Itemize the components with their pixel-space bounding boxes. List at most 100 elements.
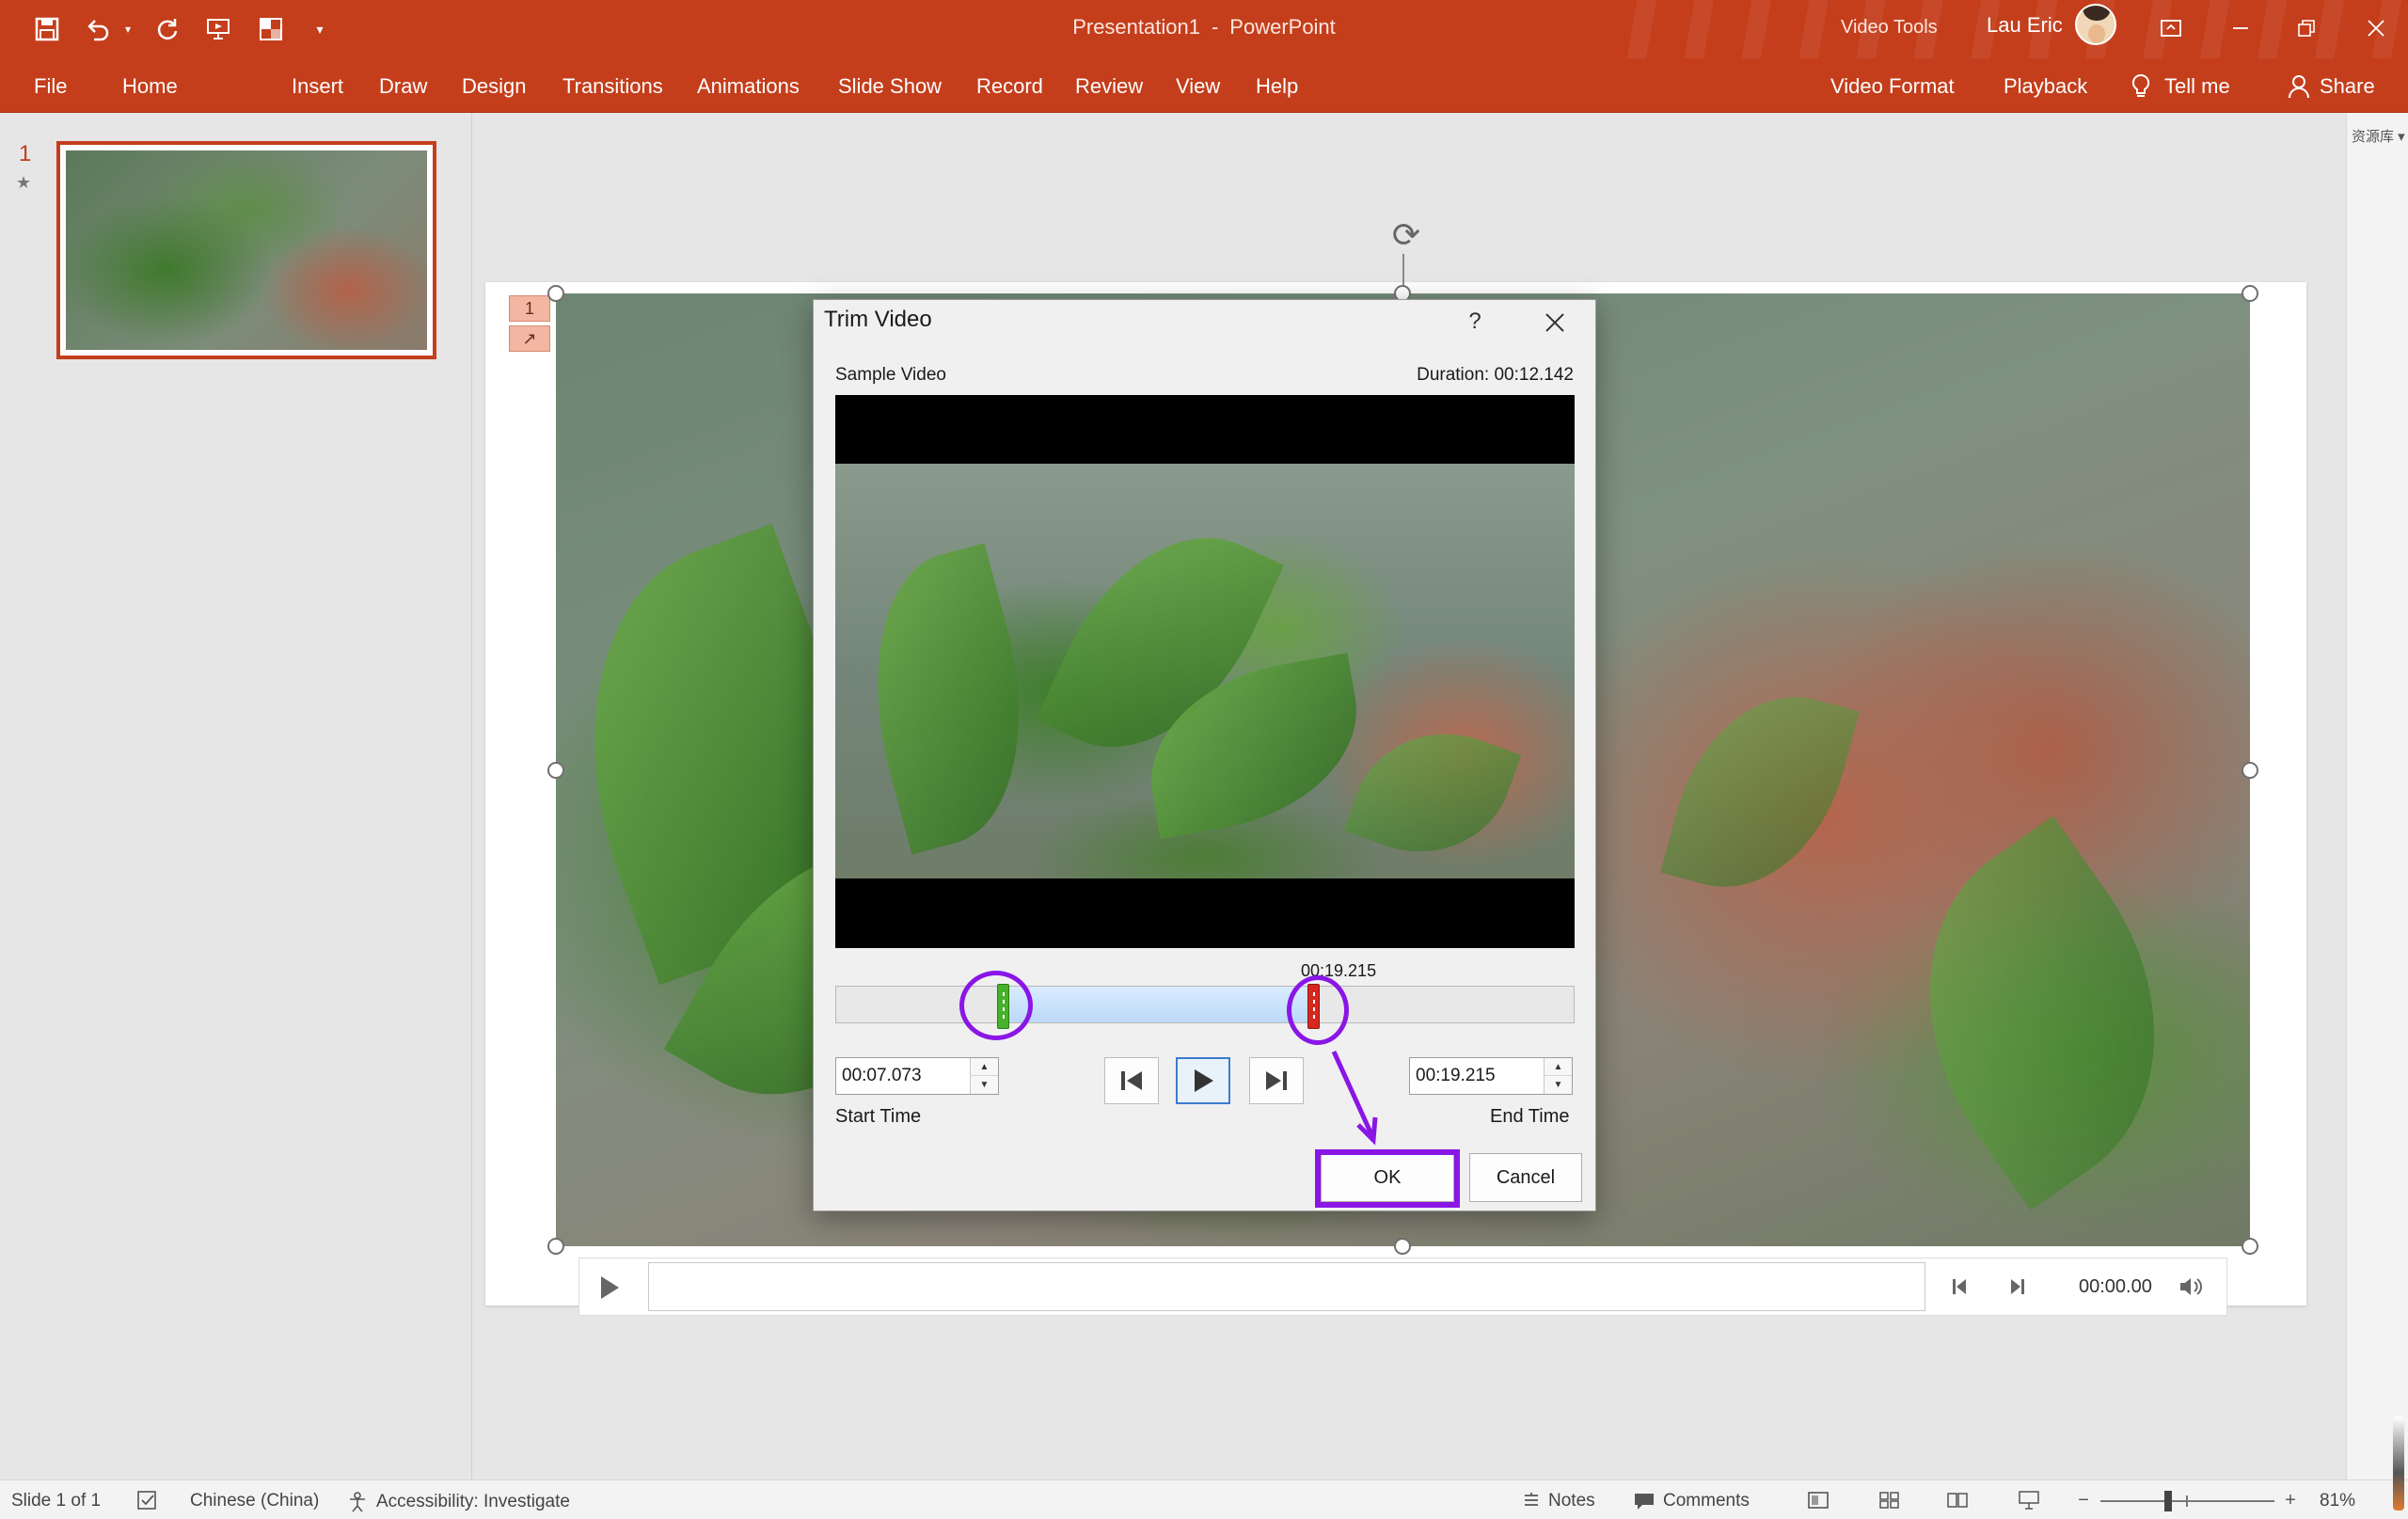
- animation-tag-trigger[interactable]: ↗: [509, 325, 550, 352]
- resize-handle-top-left[interactable]: [547, 285, 564, 302]
- volume-icon[interactable]: [2175, 1272, 2207, 1302]
- close-window-icon[interactable]: [2357, 11, 2395, 45]
- share-button[interactable]: Share: [2288, 71, 2375, 102]
- end-time-down-icon[interactable]: ▼: [1544, 1076, 1572, 1094]
- close-icon[interactable]: [1536, 305, 1574, 340]
- animation-tag-1[interactable]: 1: [509, 295, 550, 322]
- zoom-slider-thumb[interactable]: [2164, 1491, 2172, 1511]
- user-name[interactable]: Lau Eric: [1987, 13, 2063, 38]
- video-time: 00:00.00: [2079, 1276, 2152, 1297]
- normal-view-icon[interactable]: [1804, 1486, 1832, 1514]
- end-time-stepper: ▲ ▼: [1409, 1057, 1573, 1095]
- animation-star-icon: ★: [16, 173, 32, 192]
- start-time-label: Start Time: [835, 1106, 922, 1127]
- rotate-handle-icon[interactable]: ⟳: [1387, 215, 1425, 254]
- leaf-shape: [838, 543, 1058, 855]
- leaf-shape: [1660, 672, 1860, 911]
- end-time-up-icon[interactable]: ▲: [1544, 1058, 1572, 1076]
- tell-me-label: Tell me: [2164, 74, 2230, 98]
- resize-handle-bottom-left[interactable]: [547, 1238, 564, 1255]
- right-rail: [2346, 113, 2408, 1479]
- accessibility-icon: [350, 1492, 365, 1512]
- ribbon-display-options-icon[interactable]: [2152, 11, 2190, 45]
- previous-frame-button[interactable]: [1104, 1057, 1159, 1104]
- tab-video-format[interactable]: Video Format: [1830, 71, 1955, 102]
- video-duration: Duration: 00:12.142: [1417, 365, 1574, 385]
- skip-forward-icon[interactable]: [2001, 1272, 2033, 1302]
- restore-icon[interactable]: [2288, 11, 2325, 45]
- slide-counter[interactable]: Slide 1 of 1: [11, 1491, 101, 1511]
- zoom-in-icon[interactable]: +: [2276, 1486, 2305, 1514]
- zoom-level[interactable]: 81%: [2320, 1491, 2355, 1511]
- end-time-label: End Time: [1490, 1106, 1570, 1127]
- tab-transitions[interactable]: Transitions: [562, 71, 663, 102]
- start-time-input[interactable]: [836, 1058, 968, 1094]
- start-time-up-icon[interactable]: ▲: [970, 1058, 998, 1076]
- person-icon: [2289, 75, 2309, 99]
- accessibility-status[interactable]: Accessibility: Investigate: [346, 1491, 570, 1513]
- notes-label: Notes: [1548, 1491, 1595, 1511]
- document-name: Presentation1: [1072, 15, 1200, 39]
- annotation-arrow: [1331, 1050, 1378, 1146]
- language[interactable]: Chinese (China): [190, 1491, 319, 1511]
- tab-playback[interactable]: Playback: [2004, 71, 2087, 102]
- play-button[interactable]: [1176, 1057, 1230, 1104]
- resize-handle-top-right[interactable]: [2242, 285, 2258, 302]
- tell-me[interactable]: Tell me: [2131, 71, 2230, 102]
- resize-handle-bottom-right[interactable]: [2242, 1238, 2258, 1255]
- tab-file[interactable]: File: [34, 71, 67, 102]
- ok-button-highlight: [1315, 1149, 1460, 1208]
- slide-show-view-icon[interactable]: [2015, 1486, 2043, 1514]
- trim-selection: [1003, 987, 1314, 1022]
- title-separator: -: [1211, 15, 1219, 39]
- preview-frame: [835, 464, 1575, 878]
- start-marker-highlight: [959, 971, 1033, 1040]
- resize-handle-right[interactable]: [2242, 762, 2258, 779]
- dialog-title: Trim Video: [824, 307, 932, 332]
- end-marker-highlight: [1287, 975, 1349, 1045]
- video-timeline[interactable]: [648, 1262, 1925, 1311]
- tab-slide-show[interactable]: Slide Show: [838, 71, 942, 102]
- share-label: Share: [2320, 74, 2375, 98]
- resize-handle-left[interactable]: [547, 762, 564, 779]
- zoom-slider-center-tick: [2186, 1495, 2188, 1507]
- comments-button[interactable]: Comments: [1633, 1491, 1750, 1511]
- lightbulb-icon: [2131, 73, 2150, 97]
- app-name: PowerPoint: [1229, 15, 1336, 39]
- start-time-down-icon[interactable]: ▼: [970, 1076, 998, 1094]
- minimize-icon[interactable]: [2222, 11, 2259, 45]
- leaf-shape: [1852, 815, 2232, 1210]
- slide-thumbnail[interactable]: [56, 141, 436, 359]
- comment-icon: [1635, 1494, 1654, 1510]
- skip-back-icon[interactable]: [1944, 1272, 1976, 1302]
- tab-help[interactable]: Help: [1256, 71, 1298, 102]
- slide-sorter-icon[interactable]: [1876, 1486, 1904, 1514]
- video-play-icon[interactable]: [591, 1271, 628, 1305]
- tab-home[interactable]: Home: [122, 71, 178, 102]
- notes-button[interactable]: Notes: [1522, 1491, 1595, 1511]
- slide-number: 1: [19, 141, 32, 166]
- video-tools-label: Video Tools: [1841, 17, 1938, 38]
- avatar[interactable]: [2075, 4, 2116, 45]
- start-time-stepper: ▲ ▼: [835, 1057, 999, 1095]
- tab-view[interactable]: View: [1176, 71, 1220, 102]
- reading-view-icon[interactable]: [1943, 1486, 1972, 1514]
- help-icon[interactable]: ?: [1461, 305, 1489, 339]
- tab-animations[interactable]: Animations: [697, 71, 800, 102]
- resize-handle-bottom[interactable]: [1394, 1238, 1411, 1255]
- tab-draw[interactable]: Draw: [379, 71, 427, 102]
- tab-review[interactable]: Review: [1075, 71, 1143, 102]
- tab-record[interactable]: Record: [976, 71, 1043, 102]
- video-name: Sample Video: [835, 365, 946, 385]
- cancel-button[interactable]: Cancel: [1469, 1153, 1582, 1202]
- scroll-indicator: [2393, 1416, 2404, 1511]
- spell-check-icon[interactable]: [134, 1486, 162, 1514]
- next-frame-button[interactable]: [1249, 1057, 1304, 1104]
- end-time-input[interactable]: [1410, 1058, 1542, 1094]
- library-label[interactable]: 资源库 ▾: [2352, 126, 2405, 146]
- tab-design[interactable]: Design: [462, 71, 526, 102]
- tab-insert[interactable]: Insert: [292, 71, 343, 102]
- zoom-out-icon[interactable]: −: [2069, 1486, 2098, 1514]
- thumbnail-image: [66, 150, 427, 350]
- notes-icon: [1525, 1493, 1538, 1506]
